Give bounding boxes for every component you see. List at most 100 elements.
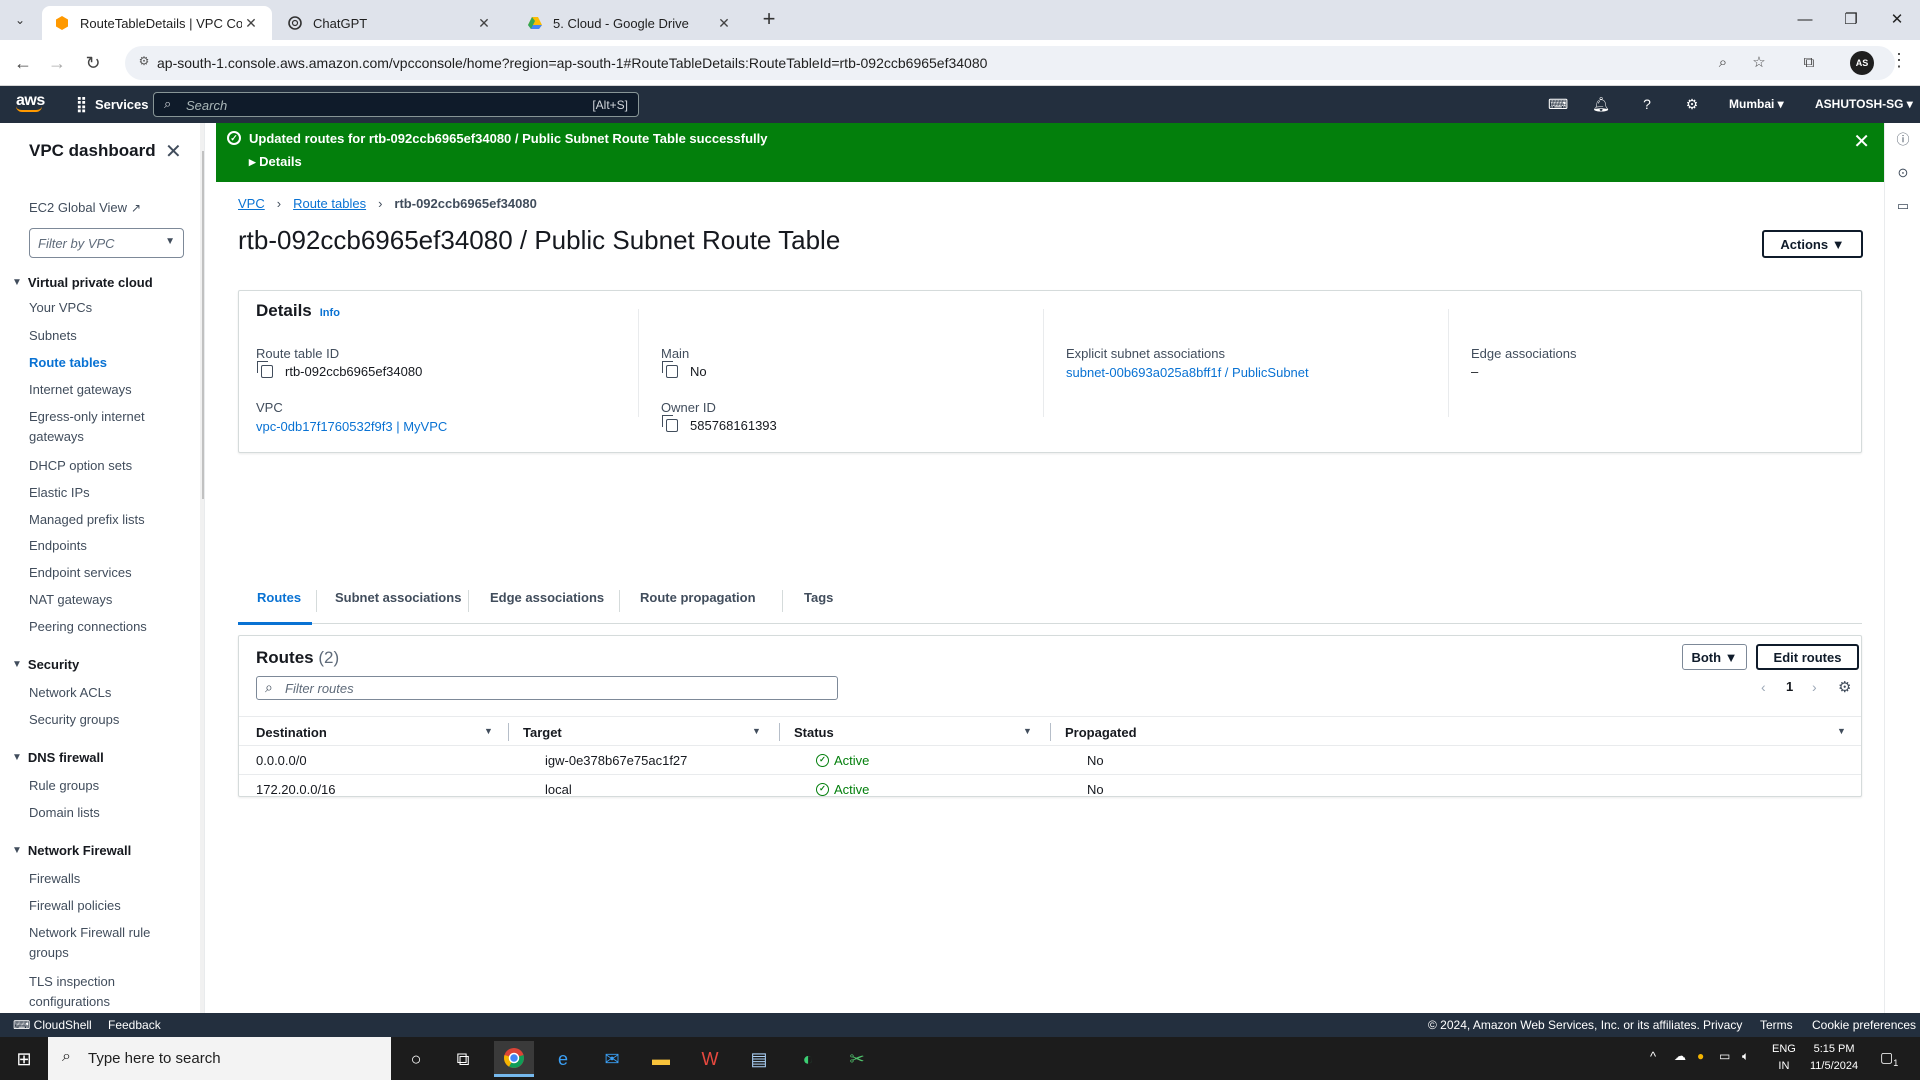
- close-tab-icon[interactable]: ✕: [475, 15, 493, 32]
- sidebar-item-endpoint-services[interactable]: Endpoint services: [29, 563, 179, 583]
- filter-routes-input[interactable]: ⌕ Filter routes: [256, 676, 838, 700]
- sidebar-item-peering[interactable]: Peering connections: [29, 617, 179, 637]
- sidebar-item-dhcp-option-sets[interactable]: DHCP option sets: [29, 456, 179, 476]
- browser-menu-icon[interactable]: ⋮: [1890, 50, 1908, 71]
- breadcrumb-vpc[interactable]: VPC: [238, 196, 265, 211]
- extensions-icon[interactable]: ⧉: [1800, 54, 1818, 72]
- sidebar-title[interactable]: VPC dashboard: [29, 141, 156, 161]
- profile-avatar[interactable]: AS: [1850, 51, 1874, 75]
- column-resizer[interactable]: [1050, 723, 1051, 741]
- info-link[interactable]: Info: [320, 307, 340, 319]
- notifications-bell-icon[interactable]: 🔔︎: [1592, 95, 1610, 113]
- sidebar-item-egress-only-igw[interactable]: Egress-only internet gateways: [29, 407, 179, 447]
- site-info-icon[interactable]: ⚙: [135, 54, 153, 72]
- breadcrumb-route-tables[interactable]: Route tables: [293, 196, 366, 211]
- sidebar-item-subnets[interactable]: Subnets: [29, 326, 179, 346]
- sidebar-section-vpc[interactable]: ▼ Virtual private cloud: [12, 275, 153, 290]
- sidebar-section-dns-firewall[interactable]: ▼ DNS firewall: [12, 750, 104, 765]
- sidebar-item-tls-inspection[interactable]: TLS inspection configurations: [29, 972, 179, 1012]
- sidebar-item-network-acls[interactable]: Network ACLs: [29, 683, 179, 703]
- feedback-link[interactable]: Feedback: [108, 1018, 161, 1032]
- wps-office-icon[interactable]: W: [690, 1041, 730, 1077]
- windows-start-icon[interactable]: ⊞: [4, 1041, 44, 1077]
- copy-icon[interactable]: [662, 415, 678, 432]
- copy-icon[interactable]: [662, 361, 678, 378]
- aws-logo[interactable]: aws: [16, 92, 45, 112]
- table-preferences-gear-icon[interactable]: ⚙: [1838, 678, 1851, 696]
- column-propagated[interactable]: Propagated: [1065, 725, 1137, 740]
- notepad-icon[interactable]: ▤: [739, 1041, 779, 1077]
- column-destination[interactable]: Destination: [256, 725, 327, 740]
- column-resizer[interactable]: [508, 723, 509, 741]
- info-circle-icon[interactable]: ⓘ: [1895, 132, 1911, 148]
- onedrive-icon[interactable]: ☁: [1674, 1049, 1686, 1063]
- close-tab-icon[interactable]: ✕: [715, 15, 733, 32]
- reload-icon[interactable]: ↻: [80, 50, 106, 76]
- scrollbar-thumb[interactable]: [202, 151, 204, 499]
- url-text[interactable]: ap-south-1.console.aws.amazon.com/vpccon…: [157, 55, 987, 71]
- sidebar-section-network-firewall[interactable]: ▼ Network Firewall: [12, 843, 131, 858]
- tab-routes[interactable]: Routes: [257, 590, 301, 605]
- region-selector[interactable]: Mumbai ▾: [1729, 97, 1784, 111]
- sidebar-item-nfw-rule-groups[interactable]: Network Firewall rule groups: [29, 923, 179, 963]
- tab-edge-associations[interactable]: Edge associations: [490, 590, 604, 605]
- aws-search-input[interactable]: ⌕ Search [Alt+S]: [153, 92, 639, 117]
- column-target[interactable]: Target: [523, 725, 562, 740]
- sidebar-item-route-tables[interactable]: Route tables: [29, 353, 179, 373]
- vpc-link[interactable]: vpc-0db17f1760532f9f3 | MyVPC: [256, 419, 447, 434]
- tab-tags[interactable]: Tags: [804, 590, 833, 605]
- cortana-icon[interactable]: ○: [396, 1041, 436, 1077]
- new-tab-icon[interactable]: +: [757, 8, 781, 32]
- help-icon[interactable]: ?: [1638, 95, 1656, 113]
- explicit-subnet-link[interactable]: subnet-00b693a025a8bff1f / PublicSubnet: [1066, 365, 1309, 380]
- task-view-icon[interactable]: ⧉: [443, 1041, 483, 1077]
- sidebar-item-rule-groups[interactable]: Rule groups: [29, 776, 179, 796]
- sidebar-item-domain-lists[interactable]: Domain lists: [29, 803, 179, 823]
- network-icon[interactable]: ▭: [1719, 1049, 1730, 1063]
- url-bar[interactable]: ⚙ ap-south-1.console.aws.amazon.com/vpcc…: [125, 46, 1895, 80]
- copy-icon[interactable]: [257, 361, 273, 378]
- account-menu[interactable]: ASHUTOSH-SG ▾: [1815, 97, 1913, 111]
- both-filter-select[interactable]: Both ▼: [1682, 644, 1747, 670]
- close-tab-icon[interactable]: ✕: [242, 15, 260, 32]
- feedback-chat-icon[interactable]: ▭: [1895, 198, 1911, 214]
- cloudshell-icon[interactable]: ⌨: [1548, 95, 1568, 113]
- next-page-icon[interactable]: ›: [1812, 679, 1817, 695]
- sort-caret-icon[interactable]: ▼: [1837, 726, 1846, 736]
- close-window-icon[interactable]: ✕: [1874, 6, 1920, 34]
- notification-center-icon[interactable]: ▢1: [1880, 1049, 1898, 1068]
- dismiss-flash-icon[interactable]: ✕: [1853, 129, 1870, 154]
- page-number[interactable]: 1: [1786, 679, 1793, 694]
- column-resizer[interactable]: [779, 723, 780, 741]
- actions-button[interactable]: Actions ▼: [1762, 230, 1863, 258]
- restore-icon[interactable]: ❐: [1828, 6, 1874, 34]
- tab-subnet-associations[interactable]: Subnet associations: [335, 590, 461, 605]
- services-button[interactable]: ⣿ Services: [76, 95, 149, 113]
- sidebar-item-endpoints[interactable]: Endpoints: [29, 536, 179, 556]
- privacy-link[interactable]: Privacy: [1703, 1018, 1742, 1032]
- sidebar-item-your-vpcs[interactable]: Your VPCs: [29, 298, 179, 318]
- sidebar-section-security[interactable]: ▼ Security: [12, 657, 79, 672]
- language-indicator[interactable]: ENG IN: [1772, 1041, 1796, 1075]
- cookie-preferences-link[interactable]: Cookie preferences: [1812, 1018, 1916, 1032]
- snipping-tool-icon[interactable]: ✂: [837, 1041, 877, 1077]
- chrome-taskbar-icon[interactable]: [494, 1041, 534, 1077]
- zoom-icon[interactable]: ⌕: [1714, 54, 1732, 72]
- sidebar-item-security-groups[interactable]: Security groups: [29, 710, 179, 730]
- terms-link[interactable]: Terms: [1760, 1018, 1793, 1032]
- clock[interactable]: 5:15 PM 11/5/2024: [1810, 1041, 1858, 1075]
- mail-taskbar-icon[interactable]: ✉: [592, 1041, 632, 1077]
- sidebar-item-prefix-lists[interactable]: Managed prefix lists: [29, 510, 179, 530]
- sidebar-item-internet-gateways[interactable]: Internet gateways: [29, 380, 179, 400]
- edge-taskbar-icon[interactable]: e: [543, 1041, 583, 1077]
- prev-page-icon[interactable]: ‹: [1761, 679, 1766, 695]
- cell-target-link[interactable]: igw-0e378b67e75ac1f27: [545, 753, 687, 768]
- column-status[interactable]: Status: [794, 725, 834, 740]
- settings-gear-icon[interactable]: ⚙: [1683, 95, 1701, 113]
- back-icon[interactable]: ←: [10, 50, 36, 76]
- sort-caret-icon[interactable]: ▼: [484, 726, 493, 736]
- tab-route-propagation[interactable]: Route propagation: [640, 590, 756, 605]
- browser-tab-drive[interactable]: 5. Cloud - Google Drive ✕: [515, 6, 745, 40]
- flash-details-toggle[interactable]: ▸ Details: [249, 154, 302, 170]
- bookmark-star-icon[interactable]: ☆: [1750, 54, 1768, 72]
